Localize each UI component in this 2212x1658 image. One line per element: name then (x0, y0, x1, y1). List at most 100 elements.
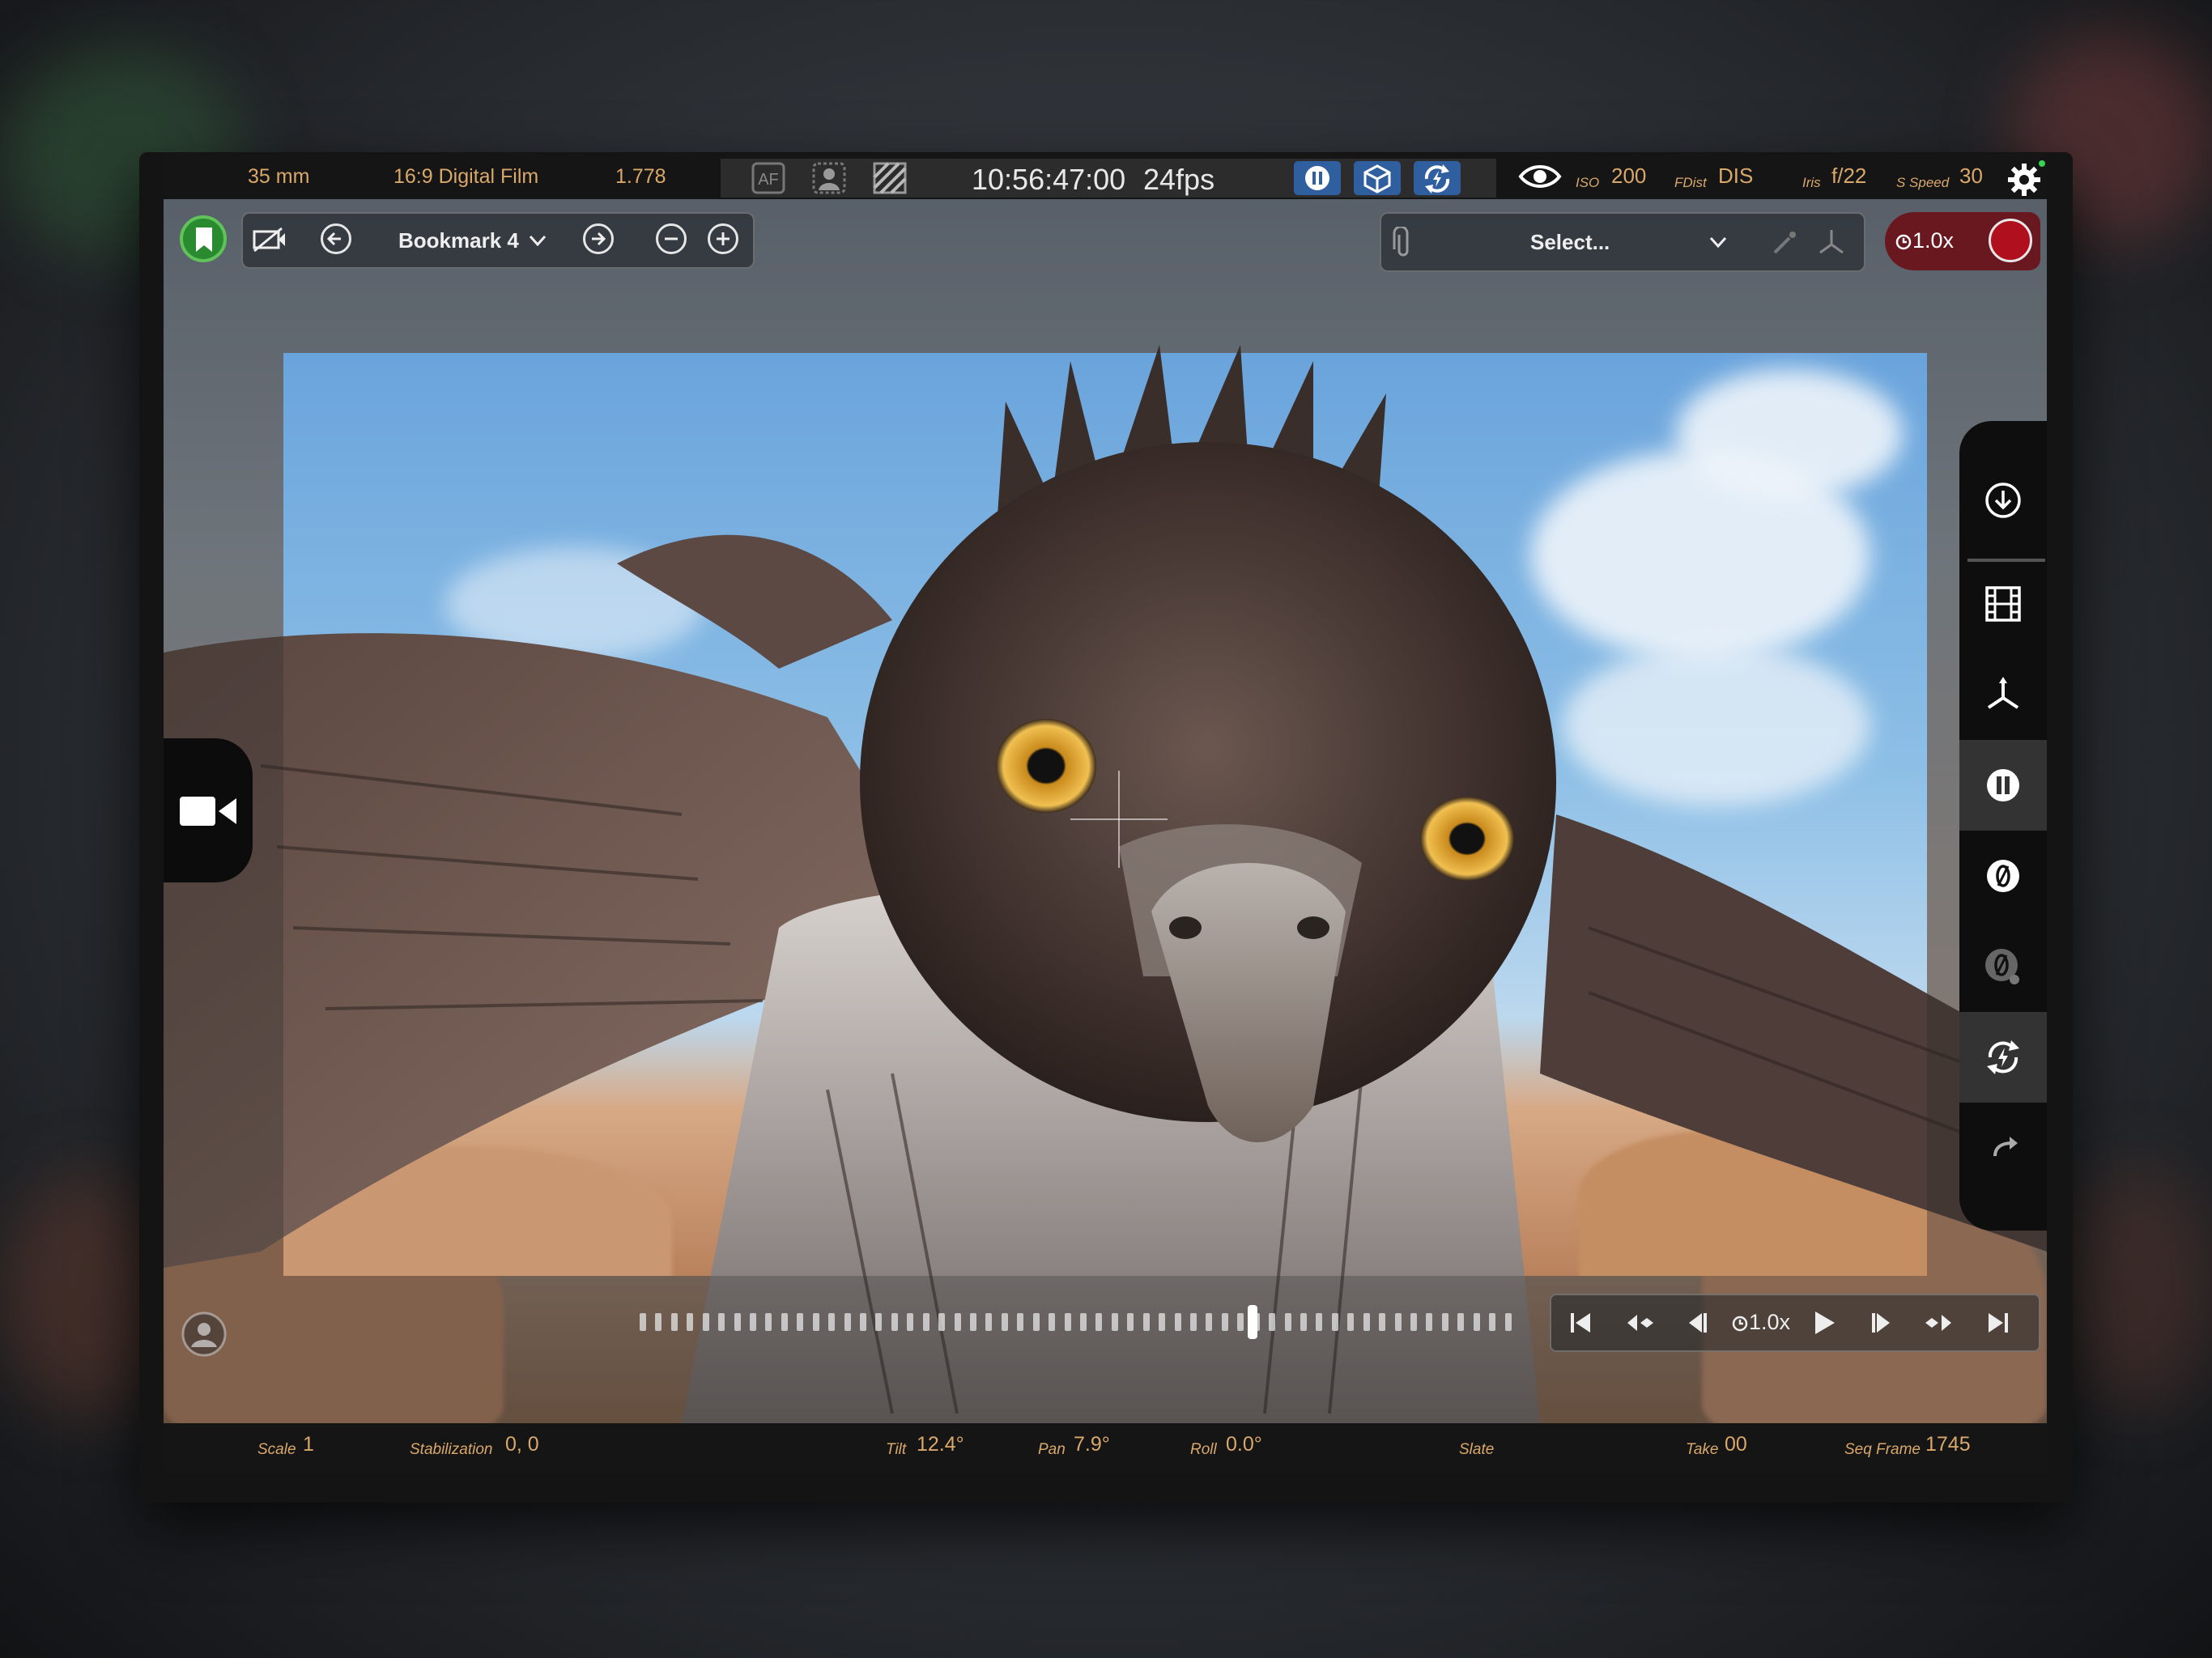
face-detect-button[interactable] (806, 161, 853, 195)
minus-icon (665, 237, 678, 240)
axis-gizmo-icon[interactable] (1815, 227, 1848, 259)
slate-label[interactable]: Slate (1459, 1441, 1494, 1459)
sync-panel-button[interactable] (1959, 1012, 2047, 1103)
redo-button[interactable] (1959, 1103, 2047, 1193)
timeline-tick (985, 1313, 992, 1331)
zero-circle-icon (1987, 860, 2019, 892)
fdist-label: FDist (1674, 175, 1707, 190)
download-circle-icon (1985, 483, 2021, 518)
download-button[interactable] (1959, 455, 2047, 546)
clock-icon (1732, 1316, 1748, 1332)
paperclip-icon[interactable] (1393, 227, 1414, 259)
camera-viewport[interactable] (164, 199, 2047, 1423)
pause-sync-button[interactable] (1294, 161, 1341, 195)
transport-controls: 1.0x (1550, 1294, 2040, 1352)
timeline-tick (765, 1313, 772, 1331)
add-bookmark-button[interactable] (708, 223, 738, 254)
zero-reset-button[interactable] (1959, 831, 2047, 921)
hide-viewport-icon[interactable] (251, 225, 287, 254)
autofocus-button[interactable]: AF (745, 161, 792, 195)
transform-axes-button[interactable] (1959, 649, 2047, 740)
timeline-playhead[interactable] (1248, 1305, 1257, 1339)
timeline-tick (1316, 1313, 1322, 1331)
bookmark-toolbar: Bookmark 4 (241, 212, 755, 269)
timeline-tick (1127, 1313, 1134, 1331)
timeline-tick (923, 1313, 929, 1331)
timeline-tick (671, 1313, 678, 1331)
timeline-tick (1300, 1313, 1307, 1331)
plus-icon (717, 232, 730, 245)
pan-value[interactable]: 7.9° (1074, 1433, 1110, 1456)
record-button[interactable] (1989, 219, 2032, 262)
shutter-speed-value[interactable]: 30 (1959, 164, 1983, 189)
tilt-value[interactable]: 12.4° (917, 1433, 964, 1456)
previous-bookmark-button[interactable] (321, 223, 351, 254)
timeline-tick (1002, 1313, 1008, 1331)
bookmark-button[interactable] (180, 215, 227, 262)
user-avatar-icon[interactable] (180, 1310, 228, 1358)
timecode: 10:56:47:00 (972, 163, 1126, 196)
tracking-button[interactable] (1354, 161, 1401, 195)
seq-frame-label: Seq Frame (1844, 1441, 1921, 1458)
pause-circle-icon (1987, 769, 2019, 801)
magic-wand-icon[interactable] (1770, 228, 1799, 257)
step-back-frame-icon[interactable] (1682, 1308, 1712, 1337)
roll-label: Roll (1190, 1441, 1217, 1458)
step-forward-key-icon[interactable] (1925, 1308, 1955, 1337)
chevron-down-icon[interactable] (528, 232, 547, 249)
step-back-key-icon[interactable] (1624, 1308, 1653, 1337)
remove-bookmark-button[interactable] (656, 223, 687, 254)
timeline-tick (1095, 1313, 1102, 1331)
sync-button[interactable] (1414, 161, 1461, 195)
timeline-tick (1033, 1313, 1040, 1331)
skip-to-end-icon[interactable] (1984, 1308, 2013, 1337)
iris-value[interactable]: f/22 (1831, 164, 1866, 189)
clock-icon (1895, 234, 1912, 250)
video-camera-icon (180, 797, 236, 826)
gear-icon[interactable] (2006, 162, 2042, 198)
skip-to-start-icon[interactable] (1566, 1308, 1595, 1337)
timeline-tick (640, 1313, 646, 1331)
timeline-tick (1285, 1313, 1291, 1331)
timeline-tick (1049, 1313, 1055, 1331)
person-icon (812, 162, 846, 194)
iso-value[interactable]: 200 (1611, 164, 1646, 189)
timeline-tick (1080, 1313, 1087, 1331)
timeline-scrubber[interactable] (640, 1305, 1521, 1339)
sync-lightning-icon (1424, 164, 1450, 193)
take-value[interactable]: 00 (1725, 1433, 1747, 1456)
arrow-right-icon (592, 232, 606, 246)
timeline-tick (875, 1313, 882, 1331)
bookmark-name[interactable]: Bookmark 4 (398, 228, 519, 253)
zebra-button[interactable] (866, 161, 913, 195)
focal-length: 35 mm (248, 165, 310, 188)
timeline-tick (1143, 1313, 1150, 1331)
roll-value[interactable]: 0.0° (1226, 1433, 1262, 1456)
seq-frame-value[interactable]: 1745 (1925, 1433, 1971, 1456)
stabilization-value[interactable]: 0, 0 (505, 1433, 539, 1456)
chevron-down-icon[interactable] (1708, 233, 1728, 251)
play-icon[interactable] (1809, 1308, 1838, 1337)
stabilization-label: Stabilization (410, 1441, 493, 1458)
timeline-tick (970, 1313, 976, 1331)
timeline-tick (1426, 1313, 1432, 1331)
timeline-tick (844, 1313, 851, 1331)
zero-all-button[interactable] (1959, 921, 2047, 1012)
playback-speed[interactable]: 1.0x (1749, 1310, 1790, 1335)
sync-lightning-icon (1987, 1040, 2019, 1074)
pause-sync-panel-button[interactable] (1959, 740, 2047, 831)
timeline-tick (938, 1313, 945, 1331)
step-forward-frame-icon[interactable] (1867, 1308, 1896, 1337)
next-bookmark-button[interactable] (583, 223, 614, 254)
record-panel: 1.0x (1885, 212, 2040, 270)
eye-icon[interactable] (1517, 162, 1563, 191)
film-button[interactable] (1959, 559, 2047, 649)
background-glow-bottom-right (2057, 1166, 2212, 1409)
scale-value[interactable]: 1 (303, 1433, 314, 1456)
timeline-tick (703, 1313, 709, 1331)
fdist-value[interactable]: DIS (1718, 164, 1753, 189)
camera-tab[interactable] (164, 738, 253, 882)
asset-select-dropdown[interactable]: Select... (1530, 230, 1610, 255)
tilt-label: Tilt (886, 1441, 907, 1458)
record-speed[interactable]: 1.0x (1912, 228, 1954, 253)
